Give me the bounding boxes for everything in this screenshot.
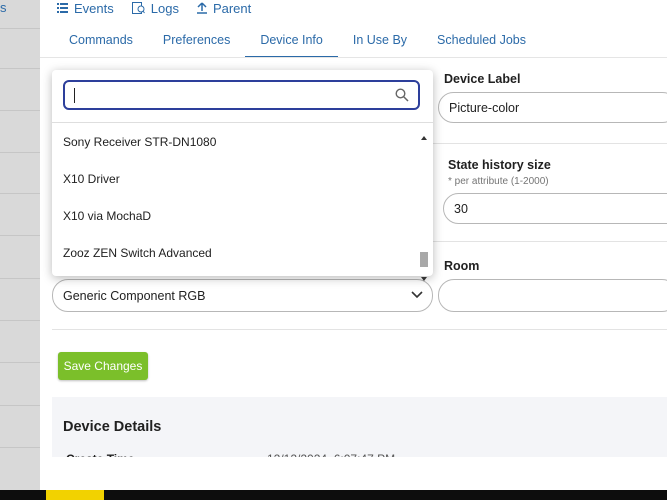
dropdown-search-input[interactable] xyxy=(63,80,420,110)
sidebar-row-divider xyxy=(0,320,40,321)
dropdown-option[interactable]: Zooz ZEN Switch Advanced xyxy=(63,246,212,260)
logs-link[interactable]: Logs xyxy=(131,0,179,16)
sidebar-row-divider xyxy=(0,405,40,406)
sidebar-row-divider xyxy=(0,152,40,153)
sidebar-row-divider xyxy=(0,362,40,363)
tab-preferences[interactable]: Preferences xyxy=(148,26,245,56)
background-sidebar: s xyxy=(0,0,40,490)
sidebar-row-divider xyxy=(0,447,40,448)
tab-in-use-by[interactable]: In Use By xyxy=(338,26,422,56)
events-link[interactable]: Events xyxy=(57,0,114,16)
sidebar-partial-text: s xyxy=(0,0,7,15)
parent-link-label: Parent xyxy=(212,0,252,16)
device-details-section: Device Details Create Time 12/12/2024, 6… xyxy=(52,397,667,466)
state-history-input[interactable]: 30 xyxy=(443,193,667,224)
parent-link[interactable]: Parent xyxy=(196,0,252,16)
text-caret xyxy=(74,88,75,103)
dropdown-scrollbar[interactable] xyxy=(419,125,429,281)
sidebar-row-divider xyxy=(0,235,40,236)
dropdown-option[interactable]: X10 via MochaD xyxy=(63,209,151,223)
tab-commands[interactable]: Commands xyxy=(54,26,148,56)
list-icon xyxy=(57,3,68,13)
type-dropdown-menu: Sony Receiver STR-DN1080 X10 Driver X10 … xyxy=(52,70,433,281)
tab-scheduled-jobs[interactable]: Scheduled Jobs xyxy=(422,26,541,56)
type-select-value: Generic Component RGB xyxy=(63,288,206,303)
scroll-down-arrow-icon[interactable] xyxy=(421,268,427,286)
tab-bar: Commands Preferences Device Info In Use … xyxy=(54,26,541,58)
sidebar-row-divider xyxy=(0,278,40,279)
device-label-label: Device Label xyxy=(444,72,521,86)
search-icon xyxy=(395,88,409,107)
room-label: Room xyxy=(444,259,480,273)
device-label-input[interactable]: Picture-color xyxy=(438,92,667,123)
dropdown-divider xyxy=(52,122,433,123)
state-history-hint: * per attribute (1-2000) xyxy=(448,176,549,187)
logo-icon xyxy=(46,490,104,500)
logs-link-label: Logs xyxy=(150,0,179,16)
scrollbar-thumb[interactable] xyxy=(420,252,428,267)
sidebar-row-divider xyxy=(0,68,40,69)
type-select[interactable]: Generic Component RGB xyxy=(52,279,433,312)
tab-divider xyxy=(40,57,667,58)
sidebar-row-divider xyxy=(0,193,40,194)
sidebar-row-divider xyxy=(0,28,40,29)
room-select[interactable] xyxy=(438,279,667,312)
sidebar-row-divider xyxy=(0,110,40,111)
tab-device-info[interactable]: Device Info xyxy=(245,26,338,58)
save-changes-button[interactable]: Save Changes xyxy=(58,352,148,380)
section-divider xyxy=(52,329,667,330)
top-links: Events Logs Parent xyxy=(57,0,251,16)
events-link-label: Events xyxy=(74,0,114,16)
chevron-down-icon xyxy=(411,288,423,302)
upload-icon xyxy=(196,2,207,14)
device-details-title: Device Details xyxy=(63,419,162,435)
panel-footer xyxy=(52,457,667,490)
dropdown-option[interactable]: X10 Driver xyxy=(63,172,120,186)
logs-icon xyxy=(131,2,145,14)
state-history-label: State history size xyxy=(448,158,551,172)
dropdown-option[interactable]: Sony Receiver STR-DN1080 xyxy=(63,135,216,149)
scroll-up-arrow-icon[interactable] xyxy=(421,127,427,145)
